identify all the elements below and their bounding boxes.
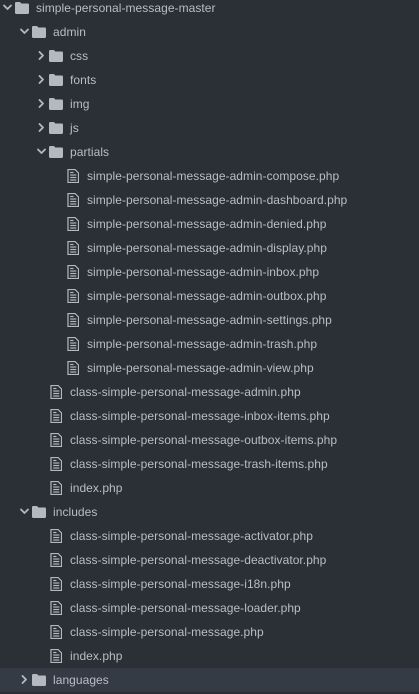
chevron-right-icon[interactable] <box>37 116 47 140</box>
tree-item-label: simple-personal-message-admin-compose.ph… <box>87 169 340 183</box>
tree-item-label: simple-personal-message-admin-denied.php <box>87 217 327 231</box>
tree-item-label: class-simple-personal-message-activator.… <box>70 529 313 543</box>
file-icon <box>50 625 64 639</box>
file-icon <box>67 361 81 375</box>
tree-item-label: includes <box>53 505 98 519</box>
tree-item-label: index.php <box>70 649 123 663</box>
tree-item-label: class-simple-personal-message-deactivato… <box>70 553 327 567</box>
tree-file-row[interactable]: class-simple-personal-message-inbox-item… <box>0 404 419 428</box>
tree-file-row[interactable]: index.php <box>0 476 419 500</box>
tree-item-label: js <box>70 121 79 135</box>
folder-icon <box>32 673 46 687</box>
chevron-down-icon[interactable] <box>3 0 13 20</box>
file-icon <box>50 409 64 423</box>
folder-icon <box>15 1 29 15</box>
tree-folder-row[interactable]: admin <box>0 20 419 44</box>
tree-item-label: index.php <box>70 481 123 495</box>
tree-item-label: simple-personal-message-master <box>36 1 216 15</box>
tree-folder-row[interactable]: css <box>0 44 419 68</box>
folder-icon <box>32 505 46 519</box>
file-icon <box>67 193 81 207</box>
tree-item-label: img <box>70 97 90 111</box>
chevron-right-icon[interactable] <box>20 668 30 692</box>
file-icon <box>67 265 81 279</box>
file-icon <box>67 169 81 183</box>
file-icon <box>50 481 64 495</box>
tree-folder-row[interactable]: includes <box>0 500 419 524</box>
tree-file-row[interactable]: simple-personal-message-admin-trash.php <box>0 332 419 356</box>
file-icon <box>67 313 81 327</box>
tree-item-label: class-simple-personal-message.php <box>70 625 264 639</box>
chevron-down-icon[interactable] <box>37 140 47 164</box>
tree-file-row[interactable]: simple-personal-message-admin-display.ph… <box>0 236 419 260</box>
tree-file-row[interactable]: class-simple-personal-message-outbox-ite… <box>0 428 419 452</box>
tree-item-label: class-simple-personal-message-loader.php <box>70 601 301 615</box>
tree-item-label: class-simple-personal-message-outbox-ite… <box>70 433 338 447</box>
chevron-down-icon[interactable] <box>20 20 30 44</box>
tree-item-label: simple-personal-message-admin-trash.php <box>87 337 318 351</box>
tree-item-label: class-simple-personal-message-trash-item… <box>70 457 328 471</box>
tree-file-row[interactable]: class-simple-personal-message-deactivato… <box>0 548 419 572</box>
folder-icon <box>49 145 63 159</box>
tree-file-row[interactable]: simple-personal-message-admin-settings.p… <box>0 308 419 332</box>
tree-file-row[interactable]: simple-personal-message-admin-compose.ph… <box>0 164 419 188</box>
file-icon <box>50 601 64 615</box>
tree-folder-row[interactable]: js <box>0 116 419 140</box>
tree-file-row[interactable]: class-simple-personal-message-admin.php <box>0 380 419 404</box>
file-tree: simple-personal-message-master admin css fo… <box>0 0 419 692</box>
tree-file-row[interactable]: class-simple-personal-message.php <box>0 620 419 644</box>
file-icon <box>67 217 81 231</box>
tree-item-label: class-simple-personal-message-inbox-item… <box>70 409 330 423</box>
folder-icon <box>49 121 63 135</box>
file-icon <box>50 457 64 471</box>
tree-file-row[interactable]: class-simple-personal-message-loader.php <box>0 596 419 620</box>
tree-file-row[interactable]: class-simple-personal-message-trash-item… <box>0 452 419 476</box>
tree-file-row[interactable]: index.php <box>0 644 419 668</box>
tree-folder-row[interactable]: img <box>0 92 419 116</box>
tree-file-row[interactable]: class-simple-personal-message-i18n.php <box>0 572 419 596</box>
tree-item-label: class-simple-personal-message-admin.php <box>70 385 301 399</box>
tree-file-row[interactable]: simple-personal-message-admin-view.php <box>0 356 419 380</box>
chevron-right-icon[interactable] <box>37 92 47 116</box>
file-icon <box>67 289 81 303</box>
tree-item-label: simple-personal-message-admin-outbox.php <box>87 289 327 303</box>
file-icon <box>67 241 81 255</box>
tree-file-row[interactable]: simple-personal-message-admin-outbox.php <box>0 284 419 308</box>
tree-item-label: simple-personal-message-admin-inbox.php <box>87 265 320 279</box>
folder-icon <box>49 49 63 63</box>
file-icon <box>50 529 64 543</box>
tree-item-label: simple-personal-message-admin-settings.p… <box>87 313 332 327</box>
tree-item-label: simple-personal-message-admin-view.php <box>87 361 314 375</box>
tree-item-label: simple-personal-message-admin-dashboard.… <box>87 193 348 207</box>
folder-icon <box>49 73 63 87</box>
tree-item-label: languages <box>53 673 109 687</box>
tree-folder-row[interactable]: languages <box>0 668 419 692</box>
folder-icon <box>32 25 46 39</box>
tree-file-row[interactable]: class-simple-personal-message-activator.… <box>0 524 419 548</box>
tree-item-label: partials <box>70 145 110 159</box>
tree-folder-row[interactable]: partials <box>0 140 419 164</box>
tree-item-label: css <box>70 49 89 63</box>
tree-folder-row[interactable]: simple-personal-message-master <box>0 0 419 20</box>
file-icon <box>50 577 64 591</box>
tree-folder-row[interactable]: fonts <box>0 68 419 92</box>
tree-item-label: admin <box>53 25 86 39</box>
file-icon <box>50 553 64 567</box>
tree-item-label: class-simple-personal-message-i18n.php <box>70 577 291 591</box>
tree-item-label: simple-personal-message-admin-display.ph… <box>87 241 327 255</box>
tree-file-row[interactable]: simple-personal-message-admin-denied.php <box>0 212 419 236</box>
file-icon <box>50 385 64 399</box>
folder-icon <box>49 97 63 111</box>
chevron-down-icon[interactable] <box>20 500 30 524</box>
tree-file-row[interactable]: simple-personal-message-admin-inbox.php <box>0 260 419 284</box>
file-icon <box>50 433 64 447</box>
file-icon <box>50 649 64 663</box>
chevron-right-icon[interactable] <box>37 44 47 68</box>
tree-item-label: fonts <box>70 73 97 87</box>
file-icon <box>67 337 81 351</box>
tree-file-row[interactable]: simple-personal-message-admin-dashboard.… <box>0 188 419 212</box>
chevron-right-icon[interactable] <box>37 68 47 92</box>
